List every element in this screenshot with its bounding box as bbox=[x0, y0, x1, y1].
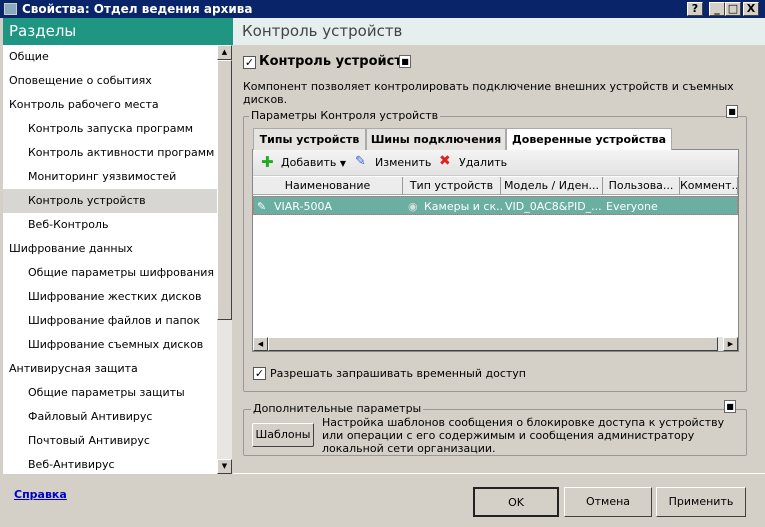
enable-checkbox[interactable]: ✓ bbox=[243, 56, 256, 69]
toolbar: ✚ Добавить ▼ ✎ Изменить ✖ Удалить bbox=[253, 150, 738, 176]
column-header-name[interactable]: Наименование bbox=[253, 177, 403, 195]
tab-buses[interactable]: Шины подключения bbox=[366, 128, 506, 150]
sidebar-item[interactable]: Шифрование файлов и папок bbox=[3, 309, 217, 333]
sidebar-item[interactable]: Антивирусная защита bbox=[3, 357, 217, 381]
maximize-button[interactable]: □ bbox=[725, 2, 741, 16]
add-label: Добавить bbox=[281, 156, 337, 169]
tab-trusted-devices[interactable]: Доверенные устройства bbox=[506, 128, 672, 151]
sidebar-item[interactable]: Контроль активности программ bbox=[3, 141, 217, 165]
cell-type: Камеры и ск... bbox=[424, 200, 502, 213]
description: Компонент позволяет контролировать подкл… bbox=[243, 80, 734, 106]
sidebar-item[interactable]: Контроль запуска программ bbox=[3, 117, 217, 141]
sidebar-scrollbar[interactable]: ▲ ▼ bbox=[217, 45, 232, 474]
params-group-label: Параметры Контроля устройств bbox=[249, 109, 441, 122]
extra-group-label: Дополнительные параметры bbox=[251, 402, 424, 415]
dropdown-arrow-icon: ▼ bbox=[339, 159, 347, 168]
edit-button[interactable]: Изменить bbox=[375, 156, 431, 169]
tab-device-types[interactable]: Типы устройств bbox=[253, 128, 366, 150]
usb-device-icon: ✎ bbox=[257, 200, 267, 213]
grid-hscrollbar[interactable]: ◀ ▶ bbox=[253, 337, 738, 351]
sidebar-item[interactable]: Оповещение о событиях bbox=[3, 69, 217, 93]
webcam-icon: ◉ bbox=[408, 200, 418, 213]
delete-button[interactable]: Удалить bbox=[459, 156, 507, 169]
templates-button[interactable]: Шаблоны bbox=[252, 423, 314, 447]
scroll-down-icon[interactable]: ▼ bbox=[217, 459, 232, 474]
sidebar-item[interactable]: Почтовый Антивирус bbox=[3, 429, 217, 453]
sidebar-item[interactable]: Веб-Антивирус bbox=[3, 453, 217, 474]
pencil-icon: ✎ bbox=[355, 154, 366, 169]
scroll-thumb[interactable] bbox=[217, 60, 232, 320]
add-button[interactable]: Добавить ▼ bbox=[281, 156, 346, 169]
temp-access-label: Разрешать запрашивать временный доступ bbox=[270, 367, 527, 380]
sidebar-item[interactable]: Контроль рабочего места bbox=[3, 93, 217, 117]
sidebar-item[interactable]: Шифрование жестких дисков bbox=[3, 285, 217, 309]
sidebar-title: Разделы bbox=[3, 18, 233, 45]
column-header-model[interactable]: Модель / Иден... bbox=[501, 177, 603, 195]
apply-button[interactable]: Применить bbox=[656, 487, 746, 517]
delete-icon: ✖ bbox=[439, 153, 451, 169]
sidebar-item[interactable]: Общие параметры защиты bbox=[3, 381, 217, 405]
enable-label: Контроль устройств bbox=[259, 54, 411, 69]
sidebar-item[interactable]: Общие параметры шифрования bbox=[3, 261, 217, 285]
section-title: Контроль устройств bbox=[233, 18, 765, 45]
close-button[interactable]: X bbox=[743, 2, 759, 16]
sidebar-list: Общие Оповещение о событиях Контроль рабоч… bbox=[3, 45, 217, 474]
cancel-button[interactable]: Отмена bbox=[564, 487, 652, 517]
scroll-right-icon[interactable]: ▶ bbox=[723, 337, 738, 351]
sidebar-item[interactable]: Веб-Контроль bbox=[3, 213, 217, 237]
lock-icon[interactable]: ■ bbox=[399, 55, 411, 68]
sidebar-item[interactable]: Общие bbox=[3, 45, 217, 69]
scroll-up-icon[interactable]: ▲ bbox=[217, 45, 232, 60]
add-icon: ✚ bbox=[261, 153, 274, 171]
app-icon bbox=[4, 3, 17, 15]
sidebar-item[interactable]: Мониторинг уязвимостей bbox=[3, 165, 217, 189]
sidebar-item[interactable]: Контроль устройств bbox=[3, 189, 217, 213]
sidebar-item[interactable]: Шифрование съемных дисков bbox=[3, 333, 217, 357]
hscroll-thumb[interactable] bbox=[268, 337, 718, 351]
params-lock-icon[interactable]: ■ bbox=[726, 105, 738, 118]
table-row[interactable]: ✎ VIAR-500A ◉ Камеры и ск... VID_0AC8&PI… bbox=[253, 196, 738, 215]
ok-button[interactable]: OK bbox=[473, 487, 559, 517]
title-bar: Свойства: Отдел ведения архива ? _ □ X bbox=[0, 0, 765, 18]
temp-access-checkbox[interactable]: ✓ bbox=[253, 367, 266, 380]
divider bbox=[233, 473, 765, 474]
cell-name: VIAR-500A bbox=[274, 200, 332, 213]
column-header-user[interactable]: Пользова... bbox=[603, 177, 680, 195]
sidebar-item[interactable]: Шифрование данных bbox=[3, 237, 217, 261]
help-button[interactable]: ? bbox=[687, 2, 703, 16]
window-title: Свойства: Отдел ведения архива bbox=[22, 2, 253, 16]
extra-lock-icon[interactable]: ■ bbox=[724, 400, 736, 413]
scroll-left-icon[interactable]: ◀ bbox=[253, 337, 268, 351]
templates-description: Настройка шаблонов сообщения о блокировк… bbox=[322, 416, 725, 455]
cell-model: VID_0AC8&PID_... bbox=[505, 200, 602, 213]
cell-user: Everyone bbox=[606, 200, 658, 213]
sidebar-item[interactable]: Файловый Антивирус bbox=[3, 405, 217, 429]
column-header-comment[interactable]: Коммент... bbox=[680, 177, 738, 195]
help-link[interactable]: Справка bbox=[14, 488, 67, 501]
column-header-type[interactable]: Тип устройств bbox=[403, 177, 501, 195]
minimize-button[interactable]: _ bbox=[709, 2, 725, 16]
